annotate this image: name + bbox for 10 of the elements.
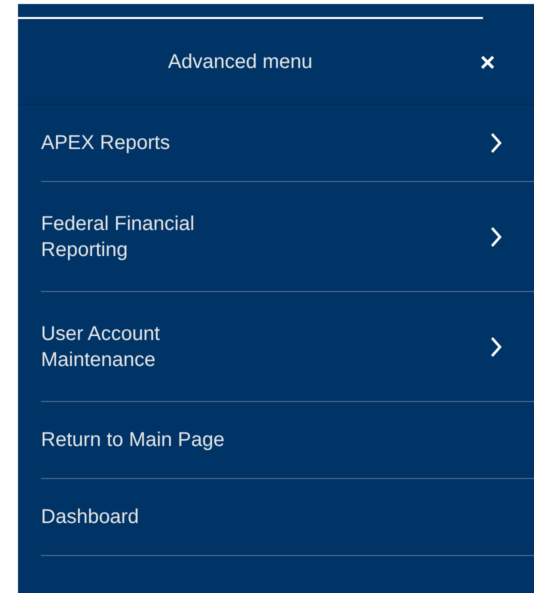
menu-item[interactable]: Dashboard — [41, 504, 139, 530]
menu-item[interactable]: APEX Reports — [41, 130, 170, 156]
menu-item[interactable]: Federal Financial Reporting — [41, 210, 194, 262]
menu-title: Advanced menu — [168, 50, 313, 74]
chevron-right-icon[interactable] — [490, 336, 502, 358]
menu-item[interactable]: Return to Main Page — [41, 427, 224, 453]
menu-item[interactable]: User Account Maintenance — [41, 320, 160, 372]
close-button[interactable]: × — [480, 48, 496, 74]
chevron-right-icon[interactable] — [490, 132, 502, 154]
chevron-right-icon[interactable] — [490, 226, 502, 248]
